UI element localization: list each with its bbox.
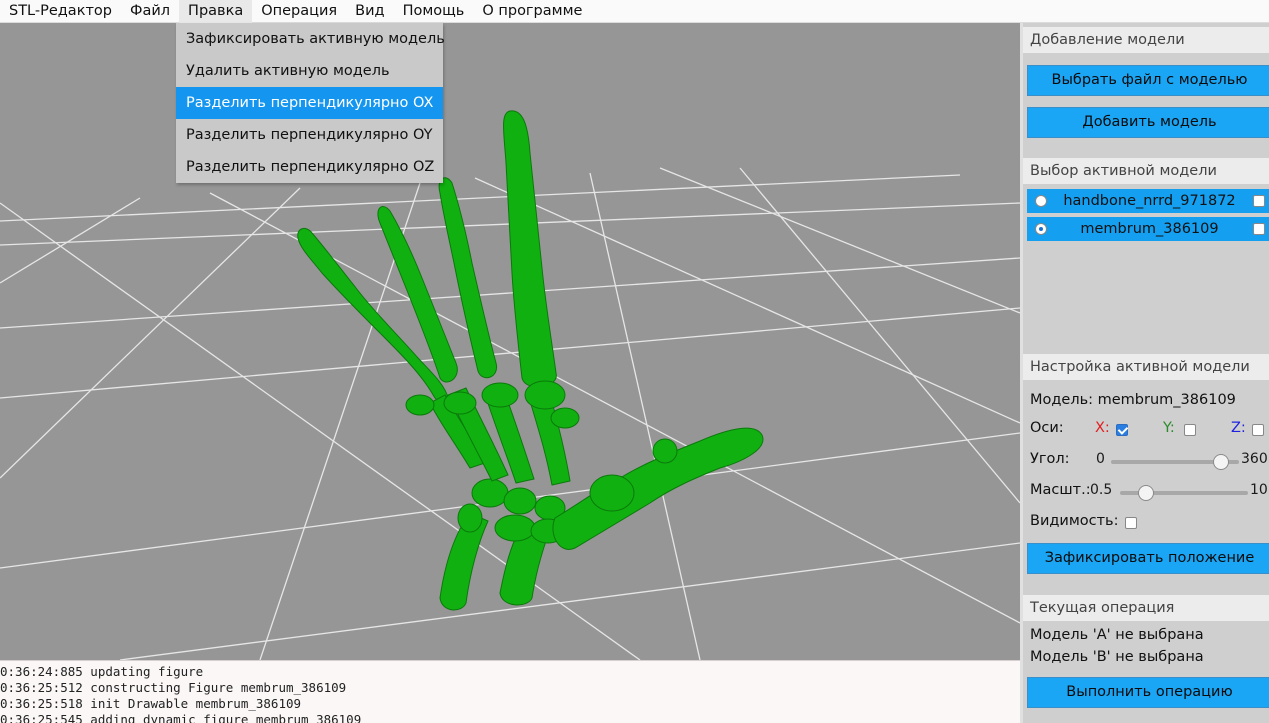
angle-slider-thumb[interactable] [1213, 454, 1230, 470]
axis-y-label: Y: [1163, 420, 1175, 436]
choose-file-button[interactable]: Выбрать файл с моделью [1027, 65, 1269, 96]
edit-dropdown-menu: Зафиксировать активную модель Удалить ак… [176, 23, 445, 183]
model-a-status: Модель 'A' не выбрана [1030, 627, 1204, 643]
operation-title: Текущая операция [1023, 595, 1269, 621]
menu-view[interactable]: Вид [346, 0, 393, 23]
menu-help[interactable]: Помощь [394, 0, 474, 23]
operation-section: Текущая операция Модель 'A' не выбрана М… [1023, 595, 1269, 708]
model-row-handbone[interactable]: handbone_nrrd_971872 [1027, 189, 1269, 213]
log-line: 0:36:25:518 init Drawable membrum_386109 [0, 696, 302, 711]
settings-title: Настройка активной модели [1023, 354, 1269, 380]
visibility-label: Видимость: [1030, 513, 1119, 529]
log-console[interactable]: 0:36:24:885 updating figure 0:36:25:512 … [0, 660, 1020, 723]
log-line: 0:36:25:545 adding dynamic figure membru… [0, 712, 362, 723]
model-checkbox[interactable] [1253, 223, 1265, 235]
model-row-membrum[interactable]: membrum_386109 [1027, 217, 1269, 241]
active-model-label: Модель: membrum_386109 [1030, 392, 1236, 408]
menu-item-delete-active-model[interactable]: Удалить активную модель [176, 55, 443, 87]
axes-row: Оси: X: Y: Z: [1023, 420, 1269, 440]
angle-label: Угол: [1030, 451, 1070, 467]
fix-position-button[interactable]: Зафиксировать положение [1027, 543, 1269, 574]
viewport-canvas[interactable] [0, 23, 1020, 660]
model-b-status: Модель 'B' не выбрана [1030, 649, 1204, 665]
menu-operation[interactable]: Операция [252, 0, 346, 23]
axes-label: Оси: [1030, 420, 1064, 436]
log-line: 0:36:24:885 updating figure [0, 664, 204, 679]
model-name: handbone_nrrd_971872 [1063, 193, 1236, 209]
axis-z-label: Z: [1231, 420, 1246, 436]
axis-z-checkbox[interactable] [1252, 424, 1264, 436]
visibility-checkbox[interactable] [1125, 517, 1137, 529]
menu-item-split-oz[interactable]: Разделить перпендикулярно OZ [176, 151, 443, 183]
axis-y-checkbox[interactable] [1184, 424, 1196, 436]
scale-row: Масшт.: 0.5 10 [1023, 482, 1269, 502]
scale-max: 10 [1250, 482, 1268, 498]
3d-viewport[interactable] [0, 23, 1020, 660]
angle-min: 0 [1096, 451, 1105, 467]
axis-x-checkbox[interactable] [1116, 424, 1128, 436]
right-panel: Добавление модели Выбрать файл с моделью… [1020, 23, 1269, 723]
model-checkbox[interactable] [1253, 195, 1265, 207]
model-settings-section: Настройка активной модели Модель: membru… [1023, 354, 1269, 594]
menu-bar: STL-Редактор Файл Правка Операция Вид По… [0, 0, 1269, 23]
log-line: 0:36:25:512 constructing Figure membrum_… [0, 680, 347, 695]
hand-skeleton-model[interactable] [297, 110, 764, 611]
visibility-row: Видимость: [1023, 513, 1269, 533]
menu-file[interactable]: Файл [121, 0, 179, 23]
scale-min: 0.5 [1090, 482, 1113, 498]
menu-item-fix-active-model[interactable]: Зафиксировать активную модель [176, 23, 445, 55]
menu-item-split-oy[interactable]: Разделить перпендикулярно OY [176, 119, 443, 151]
run-operation-button[interactable]: Выполнить операцию [1027, 677, 1269, 708]
scale-slider-thumb[interactable] [1137, 485, 1154, 501]
add-model-title: Добавление модели [1023, 27, 1269, 53]
scale-label: Масшт.: [1030, 482, 1091, 498]
select-model-section: Выбор активной модели handbone_nrrd_9718… [1023, 158, 1269, 241]
select-model-title: Выбор активной модели [1023, 158, 1269, 184]
add-model-section: Добавление модели Выбрать файл с моделью… [1023, 27, 1269, 138]
axis-x-label: X: [1095, 420, 1110, 436]
menu-edit[interactable]: Правка [179, 0, 253, 23]
add-model-button[interactable]: Добавить модель [1027, 107, 1269, 138]
model-name: membrum_386109 [1080, 221, 1219, 237]
menu-app-name[interactable]: STL-Редактор [0, 0, 121, 23]
angle-row: Угол: 0 360 [1023, 451, 1269, 471]
menu-item-split-ox[interactable]: Разделить перпендикулярно OX [176, 87, 443, 119]
menu-about[interactable]: О программе [473, 0, 591, 23]
angle-max: 360 [1241, 451, 1268, 467]
